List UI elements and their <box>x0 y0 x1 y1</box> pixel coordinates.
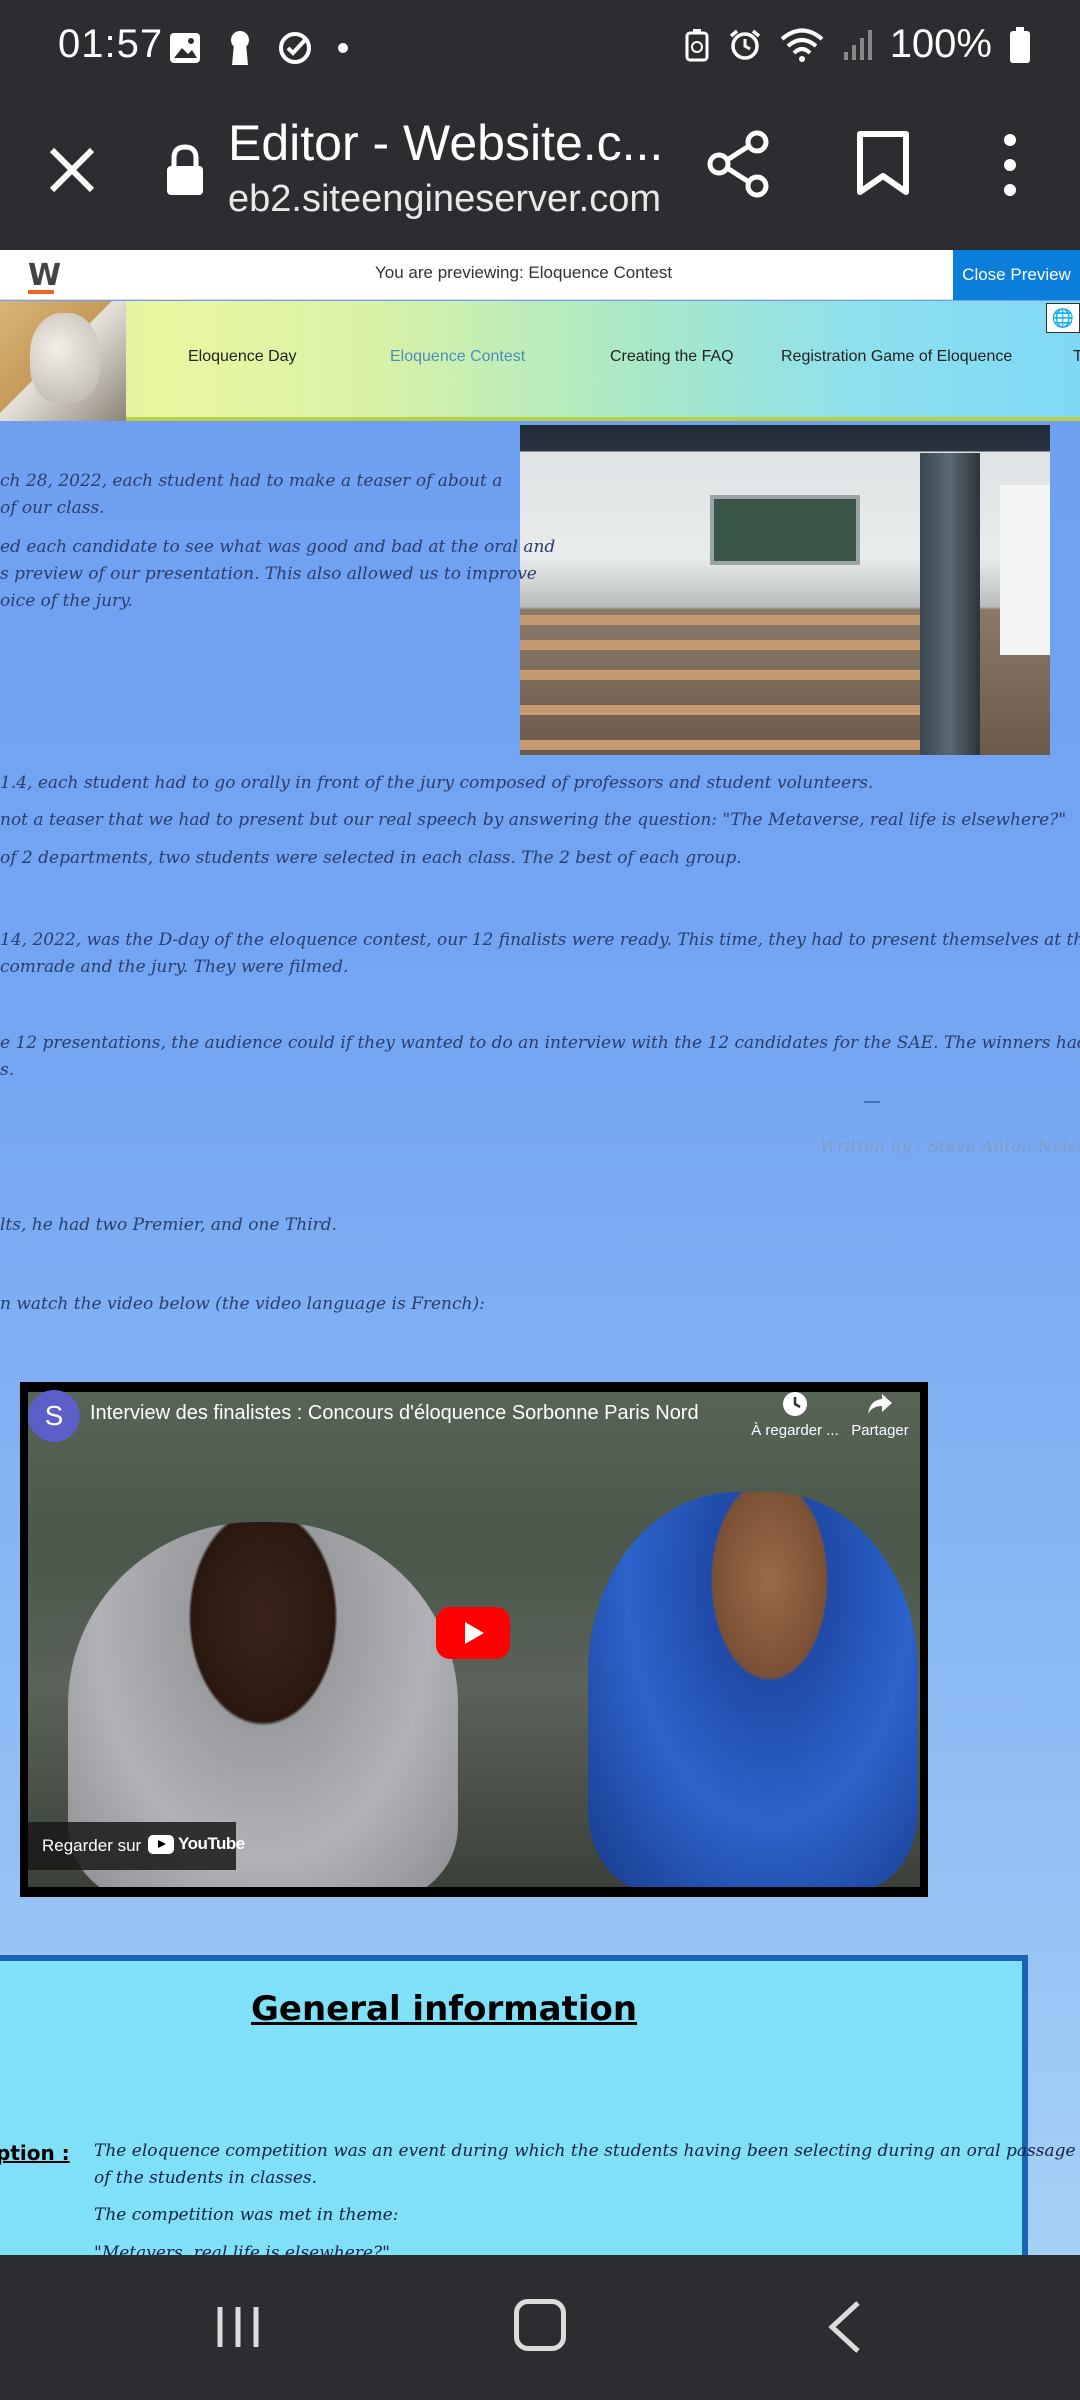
home-icon[interactable] <box>514 2299 566 2351</box>
article-text: of 2 departments, two students were sele… <box>0 848 742 868</box>
description-label: ption : <box>0 2141 70 2165</box>
logo-underline <box>28 290 54 294</box>
video-share-button[interactable]: Partager <box>840 1390 920 1439</box>
alarm-icon <box>729 29 760 60</box>
browser-toolbar: Editor - Website.c... eb2.siteengineserv… <box>0 100 1080 250</box>
battery-icon <box>1010 26 1030 63</box>
article-text: s. <box>0 1060 15 1080</box>
recent-apps-icon[interactable] <box>214 2303 262 2351</box>
globe-icon[interactable]: 🌐 <box>1046 303 1080 333</box>
status-bar: 01:57 100% <box>0 0 1080 100</box>
article-text: e 12 presentations, the audience could i… <box>0 1033 1080 1053</box>
bookmark-icon[interactable] <box>855 130 911 196</box>
web-content: W You are previewing: Eloquence Contest … <box>0 250 1080 2255</box>
play-button[interactable] <box>436 1607 510 1659</box>
site-logo[interactable]: W <box>28 258 61 293</box>
nav-item-registration-game[interactable]: Registration Game of Eloquence <box>781 348 1012 366</box>
notification-icons <box>168 30 348 66</box>
article-text: ed each candidate to see what was good a… <box>0 537 556 557</box>
page-title[interactable]: Editor - Website.c... <box>228 114 663 172</box>
video-title[interactable]: Interview des finalistes : Concours d'él… <box>90 1402 699 1425</box>
author-credit: Written by : Steve Anton Nelson <box>820 1137 1080 1157</box>
youtube-wordmark: YouTube <box>178 1834 245 1853</box>
wifi-icon <box>780 28 823 62</box>
signal-icon <box>843 29 872 60</box>
lock-icon[interactable] <box>165 144 205 196</box>
system-navigation-bar <box>0 2255 1080 2400</box>
article-text: n watch the video below (the video langu… <box>0 1294 485 1314</box>
preview-message: You are previewing: Eloquence Contest <box>375 263 673 282</box>
close-preview-button[interactable]: Close Preview <box>953 250 1080 300</box>
more-options-icon[interactable] <box>990 130 1030 200</box>
article-text: 1.4, each student had to go orally in fr… <box>0 773 874 793</box>
close-icon[interactable] <box>42 140 102 200</box>
description-text: The competition was met in theme: <box>94 2205 399 2225</box>
section-title: General information <box>251 1989 638 2029</box>
description-text: of the students in classes. <box>94 2168 318 2188</box>
nav-item-creating-faq[interactable]: Creating the FAQ <box>610 348 734 366</box>
watch-later-button[interactable]: À regarder ... <box>750 1390 840 1439</box>
share-arrow-icon <box>868 1394 892 1414</box>
article-text: not a teaser that we had to present but … <box>0 810 1067 830</box>
article-text: lts, he had two Premier, and one Third. <box>0 1215 338 1235</box>
image-icon <box>170 33 200 63</box>
play-icon <box>465 1622 484 1644</box>
article-text: ch 28, 2022, each student had to make a … <box>0 471 503 491</box>
classroom-photo <box>520 425 1050 755</box>
clock-icon <box>783 1392 807 1416</box>
general-information-section: General information ption : The eloquenc… <box>0 1955 1080 2255</box>
watch-on-youtube-button[interactable]: Regarder sur YouTube <box>28 1822 245 1870</box>
channel-avatar[interactable]: S <box>28 1390 80 1442</box>
header-statue-image <box>0 301 126 421</box>
site-nav: Eloquence Day Eloquence Contest Creating… <box>0 301 1080 421</box>
nav-item-eloquence-day[interactable]: Eloquence Day <box>188 348 297 366</box>
youtube-logo: YouTube <box>148 1834 245 1854</box>
article-text: s preview of our presentation. This also… <box>0 564 537 584</box>
check-circle-icon <box>279 32 311 64</box>
share-label: Partager <box>851 1422 909 1439</box>
back-icon[interactable] <box>820 2299 868 2355</box>
nav-item-truncated[interactable]: T <box>1073 348 1080 366</box>
clock: 01:57 <box>58 22 164 66</box>
keyhole-icon <box>231 31 249 65</box>
article-text: of our class. <box>0 498 105 518</box>
divider <box>864 1101 880 1103</box>
article-text: comrade and the jury. They were filmed. <box>0 957 349 977</box>
dot-icon <box>338 43 348 53</box>
url-field[interactable]: eb2.siteengineserver.com <box>228 178 661 221</box>
description-text: "Metavers, real life is elsewhere?" <box>94 2243 390 2255</box>
system-icons: 100% <box>684 22 1030 67</box>
watch-on-label: Regarder sur <box>42 1836 142 1855</box>
youtube-embed[interactable]: S Interview des finalistes : Concours d'… <box>20 1382 928 1897</box>
preview-bar: W You are previewing: Eloquence Contest … <box>0 250 1080 300</box>
battery-percent: 100% <box>889 22 992 66</box>
article-text: 14, 2022, was the D-day of the eloquence… <box>0 930 1080 950</box>
article-text: oice of the jury. <box>0 591 133 611</box>
youtube-icon <box>148 1834 174 1854</box>
description-text: The eloquence competition was an event d… <box>94 2141 1080 2161</box>
nav-item-eloquence-contest[interactable]: Eloquence Contest <box>390 348 525 366</box>
watch-later-label: À regarder ... <box>751 1422 839 1439</box>
battery-saver-icon <box>685 28 709 61</box>
share-icon[interactable] <box>705 130 773 198</box>
